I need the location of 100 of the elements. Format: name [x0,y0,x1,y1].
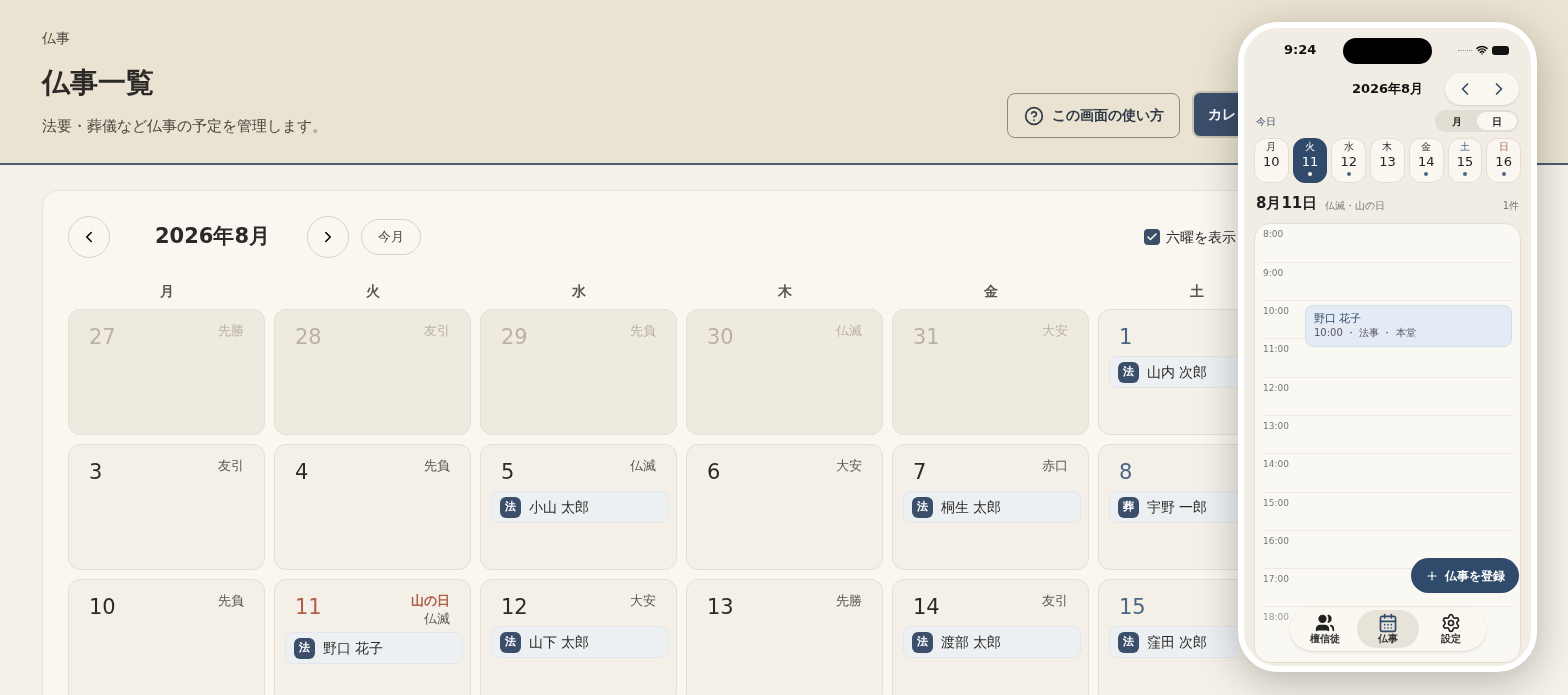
page-subtitle: 法要・葬儀など仏事の予定を管理します。 [42,116,327,137]
calendar-icon [1378,613,1398,633]
category-badge: 法 [500,496,521,518]
breadcrumb[interactable]: 仏事 [42,28,327,49]
day-cell[interactable]: 14 友引 法 渡部 太郎 [892,579,1089,695]
weekday-header: 水 [570,282,587,300]
event-name: 宇野 一郎 [1147,497,1208,517]
event-name: 桐生 太郎 [941,497,1002,517]
day-number: 30 [707,324,734,351]
event-name: 山下 太郎 [529,632,590,652]
event-chip[interactable]: 法 窪田 次郎 [1109,626,1238,658]
week-day[interactable]: 金 14 [1408,138,1444,183]
week-day[interactable]: 火 11 [1292,138,1328,183]
weekday-header: 金 [982,282,999,300]
rokuyo-label: 先負 [424,457,450,475]
settings-icon [1440,613,1461,633]
checkbox[interactable] [1144,229,1160,245]
event-chip[interactable]: 法 山内 次郎 [1109,356,1238,388]
day-cell[interactable]: 1 法 山内 次郎 [1098,309,1238,435]
hour-label: 12:00 [1263,381,1290,395]
day-number: 15 [1119,594,1146,621]
week-day[interactable]: 水 12 [1331,138,1367,183]
day-cell[interactable]: 5 仏滅 法 小山 太郎 [480,444,677,570]
event-name: 渡部 太郎 [941,632,1002,652]
rokuyo-label: 友引 [1042,592,1068,610]
day-number: 12 [501,594,528,621]
event-chip[interactable]: 法 山下 太郎 [491,626,669,658]
rokuyo-label: 先負 [218,592,244,610]
category-badge: 法 [1118,631,1139,653]
day-cell[interactable]: 13 先勝 [686,579,883,695]
hour-label: 15:00 [1263,496,1290,510]
day-cell[interactable]: 10 先負 [68,579,265,695]
day-number: 27 [89,324,116,351]
hour-label: 18:00 [1263,611,1290,625]
day-number: 7 [913,459,927,486]
category-badge: 葬 [1118,496,1139,518]
day-cell[interactable]: 6 大安 [686,444,883,570]
hour-label: 14:00 [1263,458,1290,472]
today-link[interactable]: 今日 [1256,113,1276,129]
wifi-icon [1476,44,1488,56]
day-cell[interactable]: 15 法 窪田 次郎 [1098,579,1238,695]
event-chip[interactable]: 法 小山 太郎 [491,491,669,523]
calendar-button[interactable]: カレ [1192,91,1238,138]
week-day[interactable]: 土 15 [1447,138,1483,183]
event-chip[interactable]: 葬 宇野 一郎 [1109,491,1238,523]
event-name: 窪田 次郎 [1147,632,1208,652]
battery-icon [1492,45,1509,55]
rokuyo-label: 先勝 [836,592,862,610]
event-chip[interactable]: 法 桐生 太郎 [903,491,1081,523]
hour-label: 13:00 [1263,420,1290,433]
category-badge: 法 [500,631,521,653]
add-event-button[interactable]: 仏事を登録 [1411,558,1519,593]
day-cell[interactable]: 11 山の日 仏滅 法 野口 花子 [274,579,471,695]
people-icon [1315,613,1336,633]
rokuyo-label: 大安 [836,457,862,475]
category-badge: 法 [1118,361,1139,383]
status-time: 9:24 [1284,41,1317,60]
rokuyo-label: 仏滅 [836,322,862,340]
day-number: 28 [295,324,322,351]
week-day[interactable]: 月 10 [1254,138,1289,183]
week-day[interactable]: 木 13 [1370,138,1405,183]
check-icon [1146,231,1158,243]
event-name: 山内 次郎 [1147,362,1208,382]
rokuyo-label: 先負 [630,322,656,340]
tab-item[interactable]: 設定 [1419,610,1482,648]
day-number: 3 [89,459,103,486]
day-number: 14 [913,594,940,621]
weekday-header: 木 [776,282,793,300]
tab-item[interactable]: 檀信徒 [1294,610,1357,648]
rokuyo-label: 大安 [1042,322,1068,340]
event-chip[interactable]: 法 渡部 太郎 [903,626,1081,658]
selected-date: 8月11日 [1256,193,1318,214]
hour-label: 11:00 [1263,343,1290,357]
category-badge: 法 [912,631,933,653]
day-number: 5 [501,459,515,486]
day-cell[interactable]: 3 友引 [68,444,265,570]
timeline-event[interactable]: 野口 花子 10:00 ・ 法事 ・ 本堂 [1305,305,1512,348]
day-cell[interactable]: 8 葬 宇野 一郎 [1098,444,1238,570]
day-cell[interactable]: 7 赤口 法 桐生 太郎 [892,444,1089,570]
rokuyo-label: 先勝 [218,322,244,340]
day-number: 8 [1119,459,1133,486]
hour-label: 10:00 [1263,305,1290,319]
day-number: 31 [913,324,940,351]
category-badge: 法 [294,637,315,659]
help-button[interactable]: この画面の使い方 [1007,93,1180,138]
hour-label: 16:00 [1263,534,1290,548]
hour-label: 9:00 [1263,266,1285,280]
view-tab[interactable]: 日 [1477,112,1517,130]
day-cell[interactable]: 4 先負 [274,444,471,570]
rokuyo-label: 仏滅 [630,457,656,475]
tab-item[interactable]: 仏事 [1356,610,1420,648]
date-note: 仏滅・山の日 [1325,198,1386,213]
day-cell[interactable]: 12 大安 法 山下 太郎 [480,579,677,695]
holiday-name: 山の日 [411,592,450,610]
event-name: 小山 太郎 [529,497,590,517]
week-day[interactable]: 日 16 [1486,138,1521,183]
event-chip[interactable]: 法 野口 花子 [285,632,463,664]
day-number: 10 [89,594,116,621]
view-tab[interactable]: 月 [1437,112,1477,130]
day-number: 4 [295,459,309,486]
